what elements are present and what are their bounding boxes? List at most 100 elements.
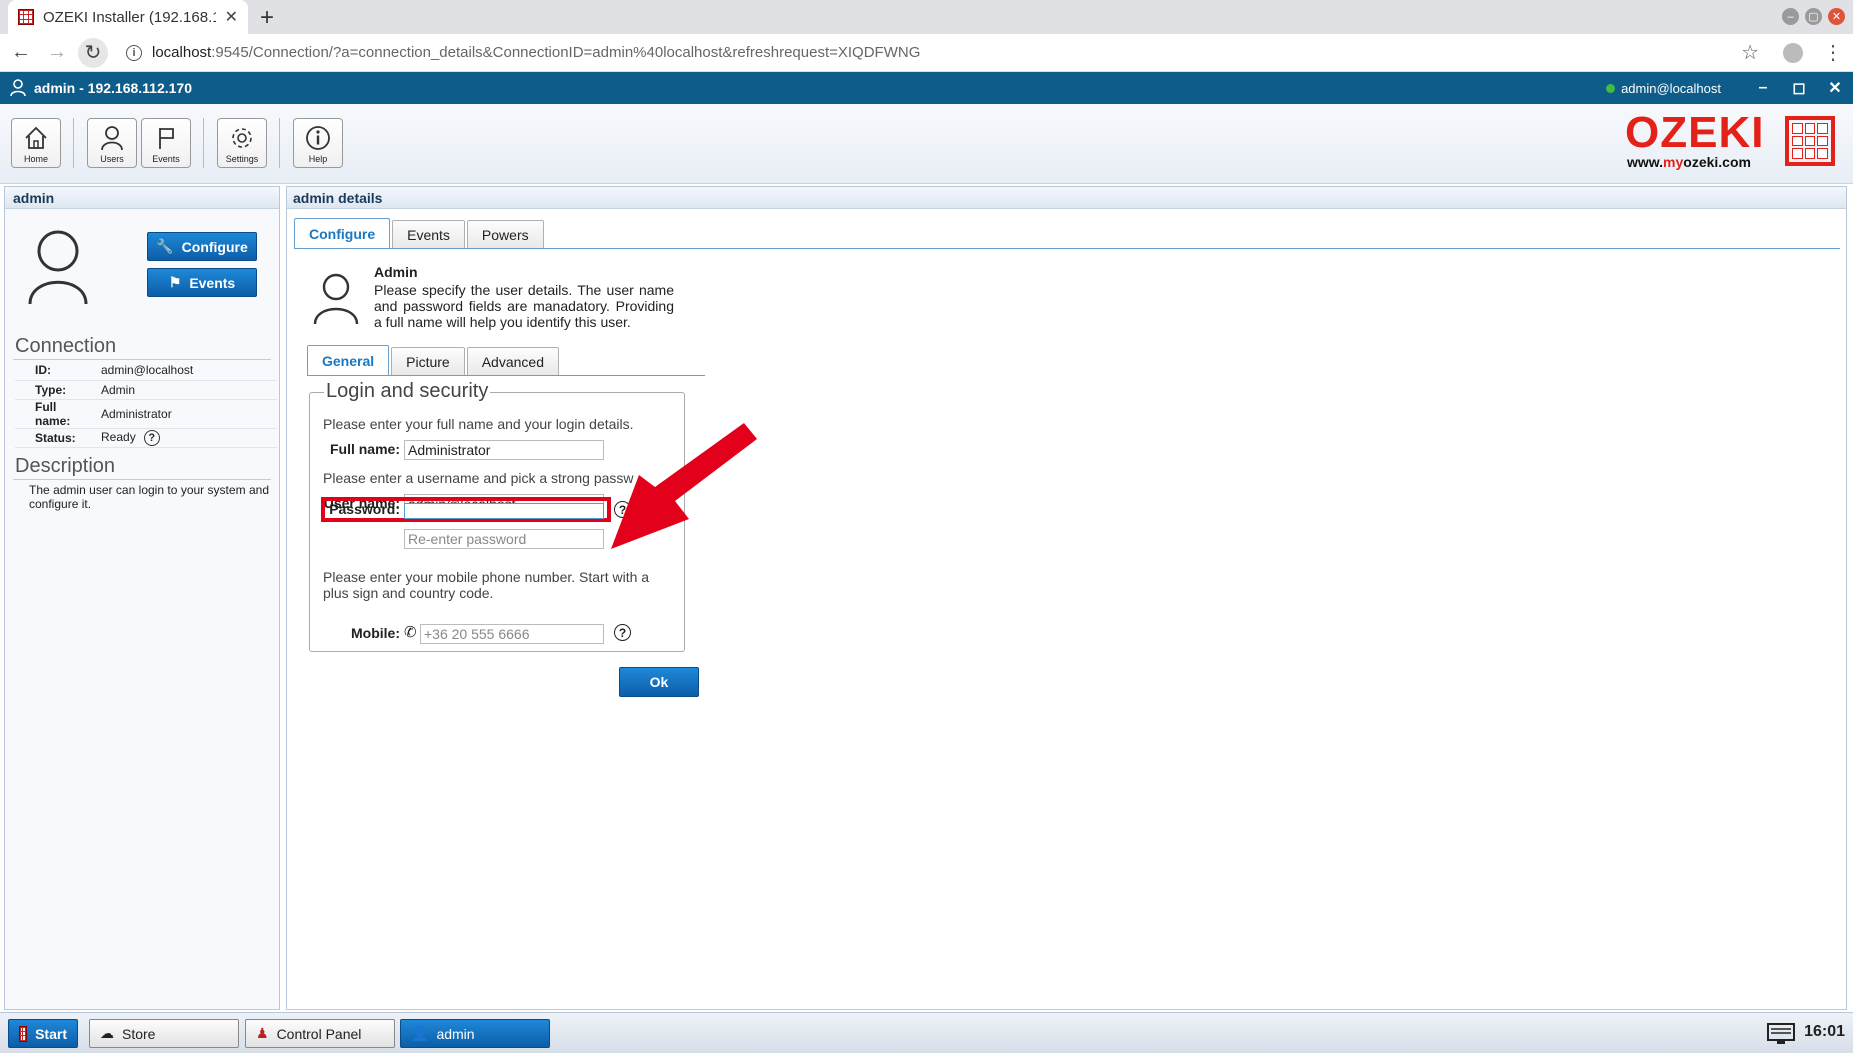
prop-key: ID: <box>15 361 97 381</box>
prop-value: Administrator <box>97 399 277 429</box>
ozeki-brand: OZEKI <box>1625 108 1765 157</box>
users-button[interactable]: Users <box>87 118 137 168</box>
tab-events[interactable]: Events <box>392 220 465 248</box>
prop-key: Full name: <box>15 399 97 429</box>
prop-row: Full name: Administrator <box>15 399 277 429</box>
left-panel: admin 🔧 Configure ⚑ Events Connection ID… <box>4 186 280 1010</box>
events-label: Events <box>152 154 180 164</box>
new-tab-icon[interactable]: + <box>260 4 274 32</box>
help-label: Help <box>308 154 328 164</box>
prop-value: Ready? <box>97 428 277 448</box>
status-value: Ready <box>101 429 136 444</box>
reload-icon[interactable]: ↻ <box>78 37 108 68</box>
username-hint: Please enter a username and pick a stron… <box>323 470 634 486</box>
info-text: Please specify the user details. The use… <box>374 282 674 330</box>
main-panel-header: admin details <box>287 187 1846 209</box>
forward-arrow-icon[interactable]: → <box>42 38 72 68</box>
back-arrow-icon[interactable]: ← <box>6 38 36 68</box>
site-info-icon[interactable]: i <box>126 44 142 61</box>
close-tab-icon[interactable]: ✕ <box>225 7 238 27</box>
tab-powers[interactable]: Powers <box>466 220 544 248</box>
control-panel-icon: ♟ <box>256 1025 269 1041</box>
main-panel: admin details Configure Events Powers Ad… <box>286 186 1847 1010</box>
toolbar-separator <box>279 118 280 168</box>
flag-icon <box>159 128 174 149</box>
home-button[interactable]: Home <box>11 118 61 168</box>
toolbar-separator <box>203 118 204 168</box>
tab-advanced[interactable]: Advanced <box>466 347 559 375</box>
app-title-bar: admin - 192.168.112.170 admin@localhost … <box>0 72 1853 104</box>
ozeki-keypad-icon <box>1785 116 1835 166</box>
taskbar-control-panel[interactable]: ♟ Control Panel <box>245 1019 395 1048</box>
main-toolbar: Home Users Events Settings Help OZEKI ww… <box>0 104 1853 184</box>
url-field[interactable]: localhost:9545/Connection/?a=connection_… <box>152 44 1741 61</box>
left-panel-header: admin <box>5 187 279 209</box>
browser-menu-icon[interactable]: ⋮ <box>1823 40 1843 65</box>
browser-tab-strip: OZEKI Installer (192.168.1 ✕ + – ▢ ✕ <box>0 0 1853 34</box>
control-panel-label: Control Panel <box>276 1025 362 1042</box>
minimize-window-icon[interactable]: – <box>1782 8 1799 25</box>
url-path: :9545/Connection/?a=connection_details&C… <box>211 44 921 61</box>
help-button[interactable]: Help <box>293 118 343 168</box>
monitor-icon[interactable] <box>1767 1022 1795 1046</box>
password-input[interactable] <box>404 503 604 519</box>
clock: 16:01 <box>1804 1023 1845 1040</box>
tab-underline <box>294 248 1840 249</box>
app-minimize-icon[interactable]: – <box>1745 79 1781 97</box>
bookmark-star-icon[interactable]: ☆ <box>1741 40 1759 65</box>
mobile-input[interactable] <box>420 624 604 644</box>
ozeki-logo: OZEKI www.myozeki.com <box>1625 110 1835 174</box>
window-controls: – ▢ ✕ <box>1782 8 1845 25</box>
wrench-icon: 🔧 <box>156 238 174 254</box>
ok-button[interactable]: Ok <box>619 667 699 697</box>
configure-button[interactable]: 🔧 Configure <box>147 232 257 261</box>
taskbar-admin[interactable]: 👤 admin <box>400 1019 550 1048</box>
ozeki-start-icon <box>19 1025 28 1042</box>
ozeki-url-prefix: www. <box>1627 154 1664 170</box>
fullname-hint: Please enter your full name and your log… <box>323 416 634 432</box>
user-icon: 👤 <box>411 1025 429 1041</box>
prop-row: ID: admin@localhost <box>15 361 277 381</box>
store-label: Store <box>122 1025 156 1042</box>
maximize-window-icon[interactable]: ▢ <box>1805 8 1822 25</box>
profile-avatar-icon[interactable] <box>1783 42 1803 63</box>
taskbar-store[interactable]: ☁ Store <box>89 1019 239 1048</box>
password-label: Password: <box>329 501 400 517</box>
prop-value: admin@localhost <box>97 361 277 381</box>
tab-general[interactable]: General <box>307 345 390 375</box>
user-avatar-icon <box>28 230 88 305</box>
ozeki-url-my: my <box>1663 154 1684 170</box>
home-icon <box>25 126 47 149</box>
fullname-label: Full name: <box>329 441 400 457</box>
cloud-icon: ☁ <box>100 1025 114 1041</box>
events-side-button[interactable]: ⚑ Events <box>147 268 257 297</box>
flag-icon: ⚑ <box>168 274 182 290</box>
tab-picture[interactable]: Picture <box>391 347 465 375</box>
app-close-icon[interactable]: ✕ <box>1817 78 1853 98</box>
tab-configure[interactable]: Configure <box>294 218 391 248</box>
fullname-input[interactable] <box>404 440 604 460</box>
events-button[interactable]: Events <box>141 118 191 168</box>
mobile-hint: Please enter your mobile phone number. S… <box>323 569 650 601</box>
mobile-help-icon[interactable]: ? <box>614 624 631 641</box>
status-help-icon[interactable]: ? <box>143 429 160 446</box>
info-title: Admin <box>374 264 418 280</box>
app-maximize-icon[interactable]: ◻ <box>1781 78 1817 98</box>
browser-tab-title: OZEKI Installer (192.168.1 <box>43 8 216 26</box>
gear-icon <box>232 128 252 148</box>
ozeki-url: www.myozeki.com <box>1627 154 1751 170</box>
prop-key: Status: <box>15 428 97 448</box>
settings-button[interactable]: Settings <box>217 118 267 168</box>
sub-tabs: General Picture Advanced <box>307 345 559 375</box>
close-window-icon[interactable]: ✕ <box>1828 8 1845 25</box>
events-side-button-label: Events <box>189 274 236 291</box>
start-button[interactable]: Start <box>8 1019 78 1048</box>
reenter-password-input[interactable] <box>404 529 604 549</box>
browser-tab[interactable]: OZEKI Installer (192.168.1 ✕ <box>8 0 248 34</box>
ozeki-url-suffix: ozeki.com <box>1683 154 1751 170</box>
admin-label: admin <box>436 1025 475 1042</box>
fieldset-legend: Login and security <box>324 380 491 403</box>
url-host: localhost <box>152 44 212 61</box>
logged-user[interactable]: admin@localhost <box>1621 81 1721 96</box>
start-label: Start <box>35 1025 67 1042</box>
